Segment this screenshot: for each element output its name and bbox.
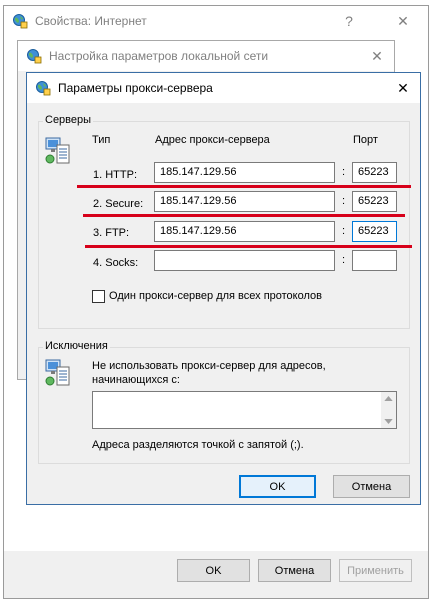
- secure-type-label: 2. Secure:: [93, 198, 144, 210]
- annotation-underline-http: [77, 185, 411, 188]
- proxy-settings-dialog: Параметры прокси-сервера ✕ Серверы Тип А…: [26, 72, 421, 505]
- exceptions-textarea[interactable]: [92, 391, 397, 429]
- globe-settings-icon: [13, 14, 28, 29]
- servers-group-label: Серверы: [43, 114, 94, 126]
- annotation-underline-ftp: [85, 245, 412, 248]
- column-address-header: Адрес прокси-сервера: [155, 134, 270, 146]
- ftp-separator: :: [342, 225, 346, 237]
- lan-settings-close-button[interactable]: ✕: [360, 41, 394, 71]
- annotation-underline-secure: [83, 214, 405, 217]
- proxy-cancel-button[interactable]: Отмена: [333, 475, 410, 498]
- scroll-up-icon[interactable]: [384, 396, 393, 401]
- column-port-header: Порт: [353, 134, 378, 146]
- secure-port-input[interactable]: 65223: [352, 191, 397, 212]
- lan-settings-title: Настройка параметров локальной сети: [49, 49, 269, 63]
- internet-properties-cancel-button[interactable]: Отмена: [258, 559, 331, 582]
- network-computer-icon: [45, 359, 70, 386]
- internet-properties-title: Свойства: Интернет: [35, 14, 147, 28]
- ftp-address-input[interactable]: 185.147.129.56: [154, 221, 335, 242]
- exceptions-description: Не использовать прокси-сервер для адресо…: [92, 360, 326, 386]
- socks-port-input[interactable]: [352, 250, 397, 271]
- network-computer-icon: [45, 137, 70, 164]
- proxy-settings-close-button[interactable]: ✕: [386, 73, 420, 103]
- socks-type-label: 4. Socks:: [93, 257, 139, 269]
- proxy-settings-titlebar[interactable]: Параметры прокси-сервера: [27, 73, 420, 103]
- internet-properties-close-button[interactable]: ✕: [386, 6, 420, 36]
- http-port-input[interactable]: 65223: [352, 162, 397, 183]
- proxy-settings-title: Параметры прокси-сервера: [58, 81, 213, 95]
- http-type-label: 1. HTTP:: [93, 169, 138, 181]
- globe-settings-icon: [27, 49, 42, 64]
- ftp-type-label: 3. FTP:: [93, 227, 130, 239]
- internet-properties-ok-button[interactable]: OK: [177, 559, 250, 582]
- close-icon: ✕: [397, 12, 409, 29]
- socks-separator: :: [342, 254, 346, 266]
- internet-properties-apply-button: Применить: [339, 559, 412, 582]
- exceptions-hint: Адреса разделяются точкой с запятой (;).: [92, 439, 304, 451]
- same-proxy-checkbox[interactable]: [92, 290, 105, 303]
- exceptions-scrollbar[interactable]: [381, 392, 396, 428]
- proxy-ok-button[interactable]: OK: [239, 475, 316, 498]
- close-icon: ✕: [371, 47, 383, 64]
- scroll-down-icon[interactable]: [384, 419, 393, 424]
- ftp-port-input[interactable]: 65223: [352, 221, 397, 242]
- close-icon: ✕: [397, 79, 409, 96]
- same-proxy-label[interactable]: Один прокси-сервер для всех протоколов: [109, 290, 322, 302]
- socks-address-input[interactable]: [154, 250, 335, 271]
- globe-settings-icon: [36, 81, 51, 96]
- help-button[interactable]: ?: [332, 6, 366, 36]
- secure-address-input[interactable]: 185.147.129.56: [154, 191, 335, 212]
- http-address-input[interactable]: 185.147.129.56: [154, 162, 335, 183]
- column-type-header: Тип: [92, 134, 111, 146]
- http-separator: :: [342, 166, 346, 178]
- exceptions-group-label: Исключения: [43, 340, 110, 352]
- secure-separator: :: [342, 195, 346, 207]
- lan-settings-titlebar[interactable]: Настройка параметров локальной сети: [18, 41, 394, 71]
